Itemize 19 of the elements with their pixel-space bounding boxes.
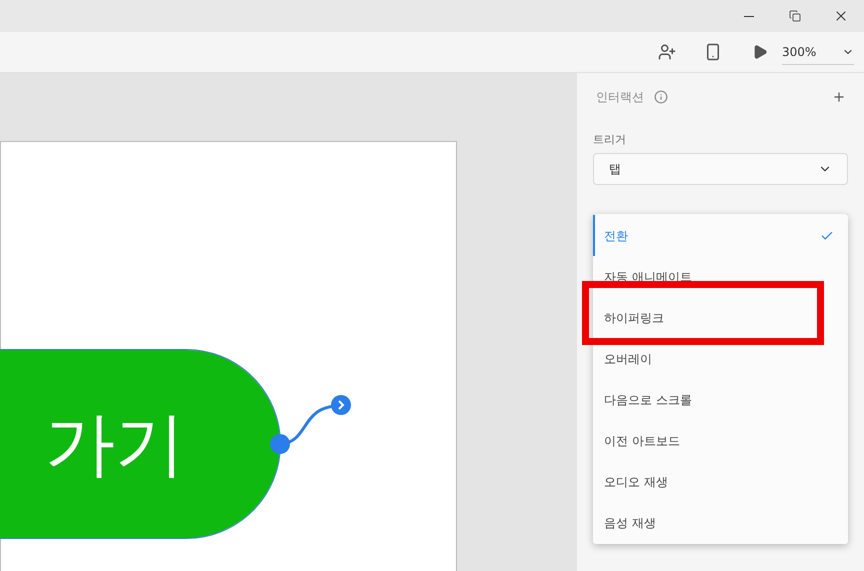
panel-title: 인터랙션: [596, 89, 644, 106]
interaction-wire-drawing[interactable]: [269, 394, 353, 456]
restore-icon: [789, 10, 801, 22]
menu-item[interactable]: 전환: [593, 215, 848, 256]
menu-item[interactable]: 이전 아트보드: [593, 420, 848, 461]
phone-icon[interactable]: [704, 43, 722, 61]
menu-item[interactable]: 하이퍼링크: [593, 297, 848, 338]
play-icon[interactable]: [752, 44, 768, 60]
menu-item[interactable]: 다음으로 스크롤: [593, 379, 848, 420]
add-icon[interactable]: [832, 90, 846, 104]
trigger-label: 트리거: [593, 132, 627, 148]
menu-item[interactable]: 음성 재생: [593, 502, 848, 543]
button-label: 가기: [45, 409, 185, 479]
menu-item[interactable]: 오버레이: [593, 338, 848, 379]
info-icon[interactable]: [654, 90, 668, 104]
zoom-select[interactable]: 300%: [782, 39, 854, 65]
user-plus-icon[interactable]: [658, 43, 676, 61]
trigger-select[interactable]: 탭: [593, 152, 848, 184]
menu-item[interactable]: 오디오 재생: [593, 461, 848, 502]
